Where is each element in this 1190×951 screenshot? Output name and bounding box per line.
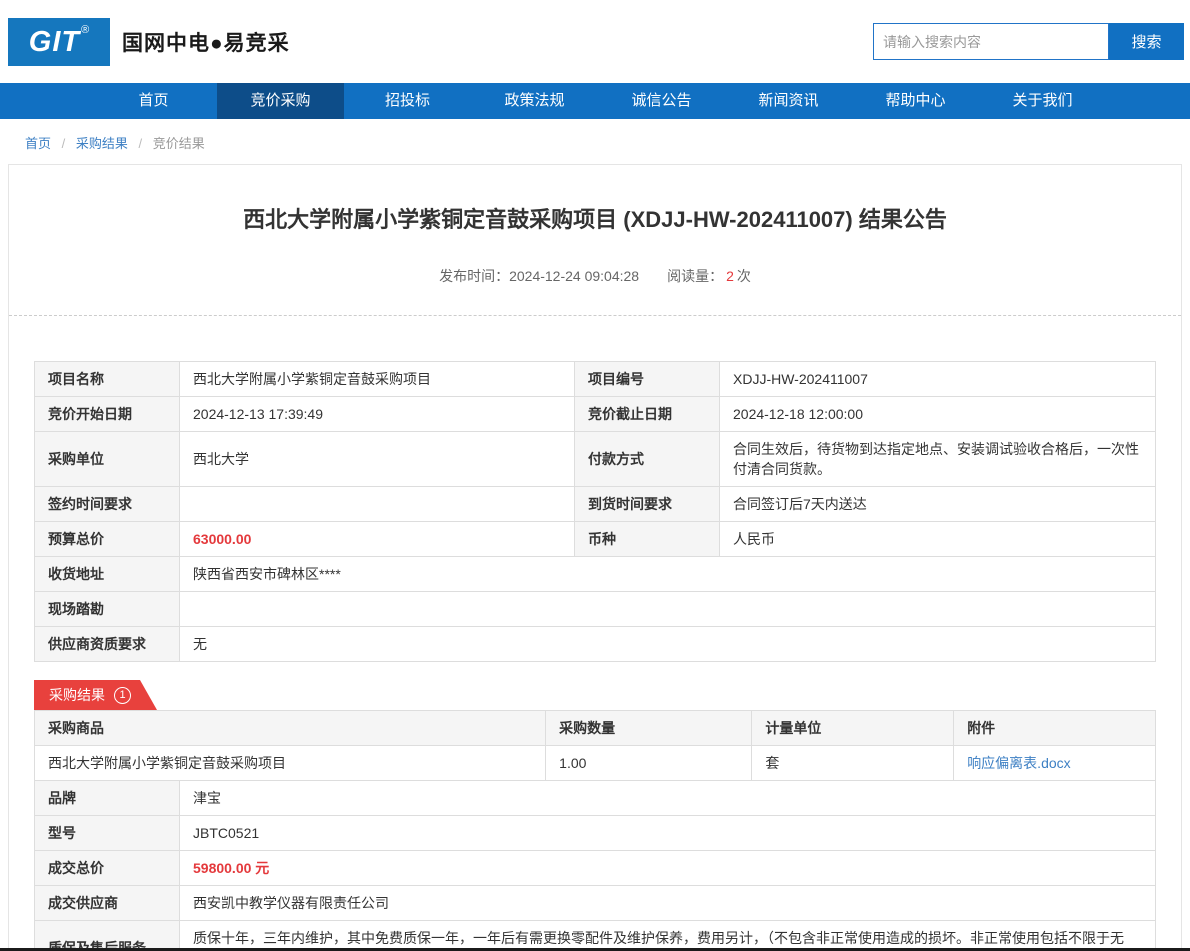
field-value: 西北大学附属小学紫铜定音鼓采购项目 (180, 362, 575, 397)
field-label: 预算总价 (35, 522, 180, 557)
result-goods-table: 采购商品 采购数量 计量单位 附件 西北大学附属小学紫铜定音鼓采购项目 1.00… (34, 710, 1156, 781)
breadcrumb-home[interactable]: 首页 (25, 136, 51, 151)
field-label: 项目名称 (35, 362, 180, 397)
model-value: JBTC0521 (180, 816, 1156, 851)
field-value: 2024-12-13 17:39:49 (180, 397, 575, 432)
search-input[interactable] (873, 23, 1109, 60)
field-value: 2024-12-18 12:00:00 (720, 397, 1156, 432)
table-row: 签约时间要求 到货时间要求 合同签订后7天内送达 (35, 487, 1156, 522)
result-badge-label: 采购结果 (49, 685, 105, 705)
nav-item-integrity-notice[interactable]: 诚信公告 (598, 83, 725, 119)
logo-text: GIT (29, 18, 80, 66)
content-panel: 西北大学附属小学紫铜定音鼓采购项目 (XDJJ-HW-202411007) 结果… (8, 164, 1182, 951)
breadcrumb-purchase-results[interactable]: 采购结果 (76, 136, 128, 151)
field-label: 竞价截止日期 (575, 397, 720, 432)
dashed-divider (9, 315, 1181, 316)
column-header-quantity: 采购数量 (546, 711, 752, 746)
publish-time-value: 2024-12-24 09:04:28 (509, 268, 639, 284)
field-label: 收货地址 (35, 557, 180, 592)
field-label: 型号 (35, 816, 180, 851)
table-row: 采购单位 西北大学 付款方式 合同生效后，待货物到达指定地点、安装调试验收合格后… (35, 432, 1156, 487)
field-label: 采购单位 (35, 432, 180, 487)
purchase-result-section: 采购结果 1 采购商品 采购数量 计量单位 附件 西北大学附属小学紫铜定音鼓采购… (34, 680, 1156, 951)
search-bar: 搜索 (873, 23, 1184, 60)
field-label: 品牌 (35, 781, 180, 816)
field-value (180, 592, 1156, 627)
field-value: 无 (180, 627, 1156, 662)
nav-item-home[interactable]: 首页 (90, 83, 217, 119)
brand-value: 津宝 (180, 781, 1156, 816)
top-header: GIT ® 国网中电●易竞采 搜索 (0, 0, 1190, 83)
tab-purchase-result[interactable]: 采购结果 1 (34, 680, 157, 710)
column-header-unit: 计量单位 (752, 711, 954, 746)
page-title: 西北大学附属小学紫铜定音鼓采购项目 (XDJJ-HW-202411007) 结果… (39, 202, 1151, 234)
table-row: 项目名称 西北大学附属小学紫铜定音鼓采购项目 项目编号 XDJJ-HW-2024… (35, 362, 1156, 397)
breadcrumb-separator: / (62, 136, 66, 151)
table-row: 现场踏勘 (35, 592, 1156, 627)
field-label: 项目编号 (575, 362, 720, 397)
registered-mark: ® (81, 24, 89, 36)
nav-item-bidding-purchase[interactable]: 竞价采购 (217, 83, 344, 119)
winning-supplier: 西安凯中教学仪器有限责任公司 (180, 886, 1156, 921)
table-row: 质保及售后服务 质保十年，三年内维护，其中免费质保一年，一年后有需更换零配件及维… (35, 921, 1156, 951)
breadcrumb-separator: / (139, 136, 143, 151)
nav-item-help-center[interactable]: 帮助中心 (852, 83, 979, 119)
product-name: 西北大学附属小学紫铜定音鼓采购项目 (35, 746, 546, 781)
table-header-row: 采购商品 采购数量 计量单位 附件 (35, 711, 1156, 746)
search-button[interactable]: 搜索 (1109, 23, 1184, 60)
field-value: 西北大学 (180, 432, 575, 487)
result-detail-table: 品牌 津宝 型号 JBTC0521 成交总价 59800.00 元 成交供应商 … (34, 780, 1156, 951)
logo-git-icon: GIT ® (8, 18, 110, 66)
deal-total-price: 59800.00 元 (180, 851, 1156, 886)
table-row: 收货地址 陕西省西安市碑林区**** (35, 557, 1156, 592)
nav-item-tender[interactable]: 招投标 (344, 83, 471, 119)
article-meta: 发布时间：2024-12-24 09:04:28 阅读量：2次 (9, 266, 1181, 286)
views-count: 2 (726, 268, 734, 284)
breadcrumb-current: 竞价结果 (153, 136, 205, 151)
views-unit: 次 (737, 268, 751, 284)
field-value: 合同生效后，待货物到达指定地点、安装调试验收合格后，一次性付清合同货款。 (720, 432, 1156, 487)
field-label: 供应商资质要求 (35, 627, 180, 662)
table-row: 西北大学附属小学紫铜定音鼓采购项目 1.00 套 响应偏离表.docx (35, 746, 1156, 781)
result-count-badge: 1 (114, 687, 131, 704)
site-logo[interactable]: GIT ® 国网中电●易竞采 (8, 18, 290, 66)
publish-time-label: 发布时间： (439, 268, 509, 284)
table-row: 品牌 津宝 (35, 781, 1156, 816)
table-row: 竞价开始日期 2024-12-13 17:39:49 竞价截止日期 2024-1… (35, 397, 1156, 432)
product-quantity: 1.00 (546, 746, 752, 781)
field-label: 成交供应商 (35, 886, 180, 921)
views-label: 阅读量： (667, 268, 723, 284)
field-label: 签约时间要求 (35, 487, 180, 522)
table-row: 供应商资质要求 无 (35, 627, 1156, 662)
table-row: 成交总价 59800.00 元 (35, 851, 1156, 886)
field-label: 成交总价 (35, 851, 180, 886)
field-label: 到货时间要求 (575, 487, 720, 522)
field-value (180, 487, 575, 522)
field-label: 现场踏勘 (35, 592, 180, 627)
field-value: 人民币 (720, 522, 1156, 557)
table-row: 预算总价 63000.00 币种 人民币 (35, 522, 1156, 557)
field-label: 付款方式 (575, 432, 720, 487)
field-value: XDJJ-HW-202411007 (720, 362, 1156, 397)
nav-item-news[interactable]: 新闻资讯 (725, 83, 852, 119)
budget-total-value: 63000.00 (180, 522, 575, 557)
table-row: 成交供应商 西安凯中教学仪器有限责任公司 (35, 886, 1156, 921)
site-name: 国网中电●易竞采 (122, 27, 290, 57)
product-unit: 套 (752, 746, 954, 781)
field-label: 竞价开始日期 (35, 397, 180, 432)
attachment-link[interactable]: 响应偏离表.docx (967, 755, 1070, 771)
nav-item-about-us[interactable]: 关于我们 (979, 83, 1106, 119)
breadcrumb: 首页 / 采购结果 / 竞价结果 (0, 119, 1190, 164)
column-header-product: 采购商品 (35, 711, 546, 746)
table-row: 型号 JBTC0521 (35, 816, 1156, 851)
field-value: 合同签订后7天内送达 (720, 487, 1156, 522)
column-header-attachment: 附件 (954, 711, 1156, 746)
field-value: 陕西省西安市碑林区**** (180, 557, 1156, 592)
project-info-table: 项目名称 西北大学附属小学紫铜定音鼓采购项目 项目编号 XDJJ-HW-2024… (34, 361, 1156, 662)
nav-item-policy[interactable]: 政策法规 (471, 83, 598, 119)
main-nav: 首页 竞价采购 招投标 政策法规 诚信公告 新闻资讯 帮助中心 关于我们 (0, 83, 1190, 119)
warranty-service: 质保十年，三年内维护，其中免费质保一年，一年后有需更换零配件及维护保养，费用另计… (180, 921, 1156, 951)
field-label: 质保及售后服务 (35, 921, 180, 951)
field-label: 币种 (575, 522, 720, 557)
